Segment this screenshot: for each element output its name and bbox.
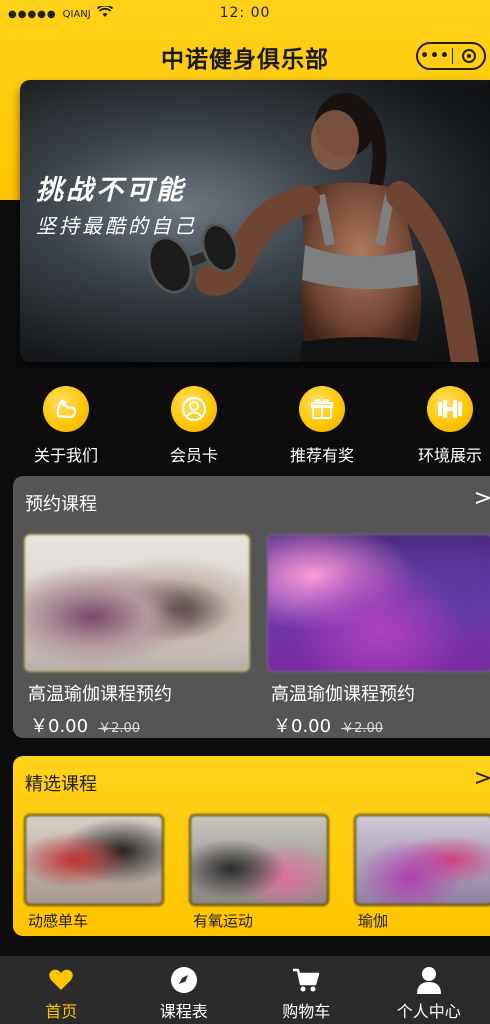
tab-label: 个人中心: [396, 1002, 461, 1021]
course-name: 高温瑜伽课程预约: [271, 684, 415, 705]
quick-nav: 关于我们 会员卡 推荐有奖 环境展示: [0, 386, 490, 466]
gift-icon: [299, 386, 345, 432]
user-circle-icon: [171, 386, 217, 432]
chevron-right-icon[interactable]: >: [474, 486, 490, 511]
tab-schedule[interactable]: 课程表: [123, 956, 246, 1024]
featured-card[interactable]: 瑜伽: [354, 814, 490, 931]
current-price: ￥0.00: [273, 716, 332, 737]
banner-headline: 挑战不可能: [36, 175, 186, 206]
tab-label: 购物车: [282, 1002, 331, 1021]
tab-label: 课程表: [159, 1002, 208, 1021]
tab-bar: 首页 课程表 购物车 个人中心: [0, 956, 490, 1024]
tab-label: 首页: [45, 1002, 78, 1021]
hero-banner[interactable]: 挑战不可能 坚持最酷的自己: [20, 80, 490, 362]
quick-nav-label: 关于我们: [33, 446, 98, 465]
status-time: 12: 00: [219, 5, 271, 21]
current-price: ￥0.00: [30, 716, 89, 737]
chevron-right-icon[interactable]: >: [474, 766, 490, 791]
quick-nav-label: 会员卡: [169, 446, 218, 465]
banner-subline: 坚持最酷的自己: [36, 214, 197, 238]
course-name: 高温瑜伽课程预约: [28, 684, 172, 705]
price-row: ￥0.00 ￥2.00: [30, 712, 250, 738]
tab-home[interactable]: 首页: [0, 956, 123, 1024]
quick-nav-referral[interactable]: 推荐有奖: [272, 386, 372, 466]
course-image: [267, 534, 490, 672]
compass-icon: [123, 966, 246, 994]
target-icon[interactable]: [453, 49, 484, 63]
featured-name: 瑜伽: [358, 912, 389, 930]
tab-profile[interactable]: 个人中心: [368, 956, 490, 1024]
quick-nav-about[interactable]: 关于我们: [16, 386, 116, 466]
person-icon: [368, 966, 490, 994]
featured-name: 有氧运动: [193, 912, 254, 930]
featured-section: 精选课程 > 动感单车 有氧运动 瑜伽: [13, 756, 490, 936]
original-price: ￥2.00: [98, 721, 141, 736]
featured-name: 动感单车: [28, 912, 89, 930]
section-title: 预约课程: [25, 494, 97, 515]
price-row: ￥0.00 ￥2.00: [273, 712, 490, 738]
muscle-arm-icon: [43, 386, 89, 432]
booking-section: 预约课程 > 高温瑜伽课程预约 ￥0.00 ￥2.00 高温瑜伽课程预约 ￥0.…: [13, 476, 490, 738]
cart-icon: [245, 966, 368, 994]
course-card[interactable]: 高温瑜伽课程预约 ￥0.00 ￥2.00: [267, 534, 490, 738]
original-price: ￥2.00: [341, 721, 384, 736]
dumbbell-icon: [427, 386, 473, 432]
quick-nav-environment[interactable]: 环境展示: [400, 386, 490, 466]
featured-card[interactable]: 有氧运动: [189, 814, 329, 931]
featured-image: [354, 814, 490, 906]
more-dots-icon[interactable]: •••: [418, 48, 452, 64]
quick-nav-label: 推荐有奖: [289, 446, 354, 465]
featured-image: [189, 814, 329, 906]
heart-icon: [0, 966, 123, 994]
quick-nav-label: 环境展示: [417, 446, 482, 465]
mini-program-capsule: •••: [416, 42, 486, 70]
course-image: [24, 534, 250, 672]
section-title: 精选课程: [25, 774, 97, 795]
status-bar: ●●●●● QIANJ 12: 00: [0, 0, 490, 28]
featured-card[interactable]: 动感单车: [24, 814, 164, 931]
tab-cart[interactable]: 购物车: [245, 956, 368, 1024]
featured-image: [24, 814, 164, 906]
course-card[interactable]: 高温瑜伽课程预约 ￥0.00 ￥2.00: [24, 534, 250, 738]
quick-nav-member-card[interactable]: 会员卡: [144, 386, 244, 466]
